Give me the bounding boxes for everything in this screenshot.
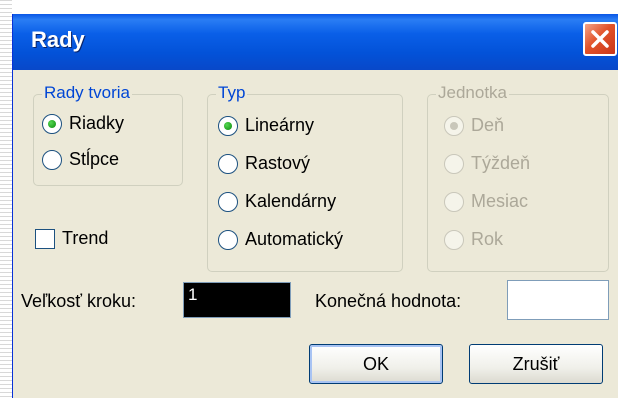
radio-button[interactable] bbox=[42, 149, 62, 170]
radio-weekday[interactable]: Týždeň bbox=[444, 153, 530, 174]
radio-linear[interactable]: Lineárny bbox=[218, 115, 314, 136]
radio-year[interactable]: Rok bbox=[444, 229, 503, 250]
radio-columns[interactable]: Stĺpce bbox=[42, 149, 119, 170]
radio-selected-dot bbox=[224, 121, 232, 130]
close-icon bbox=[591, 30, 609, 48]
series-in-group: Rady tvoria Riadky Stĺpce bbox=[33, 83, 183, 186]
radio-selected-dot bbox=[48, 119, 56, 128]
radio-month[interactable]: Mesiac bbox=[444, 191, 528, 212]
radio-button[interactable] bbox=[444, 153, 464, 174]
series-dialog: Rady Rady tvoria Riadky Stĺpce Typ Lineá… bbox=[12, 14, 618, 398]
unit-group: Jednotka Deň Týždeň Mesiac Rok bbox=[427, 83, 609, 272]
trend-checkbox[interactable]: Trend bbox=[35, 228, 108, 249]
page-background bbox=[12, 0, 618, 14]
radio-growth[interactable]: Rastový bbox=[218, 153, 310, 174]
checkbox[interactable] bbox=[35, 228, 55, 249]
stop-value-input[interactable] bbox=[507, 280, 609, 320]
radio-weekday-label: Týždeň bbox=[471, 153, 531, 173]
ok-button[interactable]: OK bbox=[309, 344, 443, 384]
radio-button[interactable] bbox=[218, 153, 238, 174]
radio-day-label: Deň bbox=[471, 115, 505, 135]
radio-button[interactable] bbox=[218, 115, 238, 136]
radio-day[interactable]: Deň bbox=[444, 115, 504, 136]
step-value-label: Veľkosť kroku: bbox=[21, 291, 137, 311]
radio-date[interactable]: Kalendárny bbox=[218, 191, 336, 212]
radio-month-label: Mesiac bbox=[471, 191, 529, 211]
radio-button[interactable] bbox=[444, 229, 464, 250]
series-in-legend: Rady tvoria bbox=[42, 83, 132, 103]
title-bar[interactable]: Rady bbox=[13, 14, 618, 70]
radio-button[interactable] bbox=[444, 191, 464, 212]
dialog-title: Rady bbox=[31, 27, 85, 52]
type-group: Typ Lineárny Rastový Kalendárny Automati… bbox=[207, 83, 403, 272]
radio-button[interactable] bbox=[444, 115, 464, 136]
type-legend: Typ bbox=[216, 83, 248, 103]
radio-linear-label: Lineárny bbox=[245, 115, 315, 135]
radio-growth-label: Rastový bbox=[245, 153, 311, 173]
trend-label: Trend bbox=[62, 228, 109, 248]
radio-autofill[interactable]: Automatický bbox=[218, 229, 343, 250]
stop-value-label: Konečná hodnota: bbox=[315, 291, 462, 311]
radio-selected-dot bbox=[450, 121, 458, 130]
radio-date-label: Kalendárny bbox=[245, 191, 337, 211]
close-button[interactable] bbox=[583, 22, 617, 56]
radio-button[interactable] bbox=[218, 229, 238, 250]
unit-legend: Jednotka bbox=[436, 83, 509, 103]
cancel-button[interactable]: Zrušiť bbox=[469, 344, 603, 384]
radio-button[interactable] bbox=[42, 113, 62, 134]
radio-rows-label: Riadky bbox=[69, 113, 125, 133]
radio-columns-label: Stĺpce bbox=[69, 149, 120, 169]
radio-button[interactable] bbox=[218, 191, 238, 212]
step-value-text: 1 bbox=[188, 285, 198, 304]
radio-rows[interactable]: Riadky bbox=[42, 113, 124, 134]
radio-year-label: Rok bbox=[471, 229, 504, 249]
radio-autofill-label: Automatický bbox=[245, 229, 344, 249]
page-ruler bbox=[0, 0, 12, 398]
step-value-input[interactable]: 1 bbox=[183, 282, 291, 318]
